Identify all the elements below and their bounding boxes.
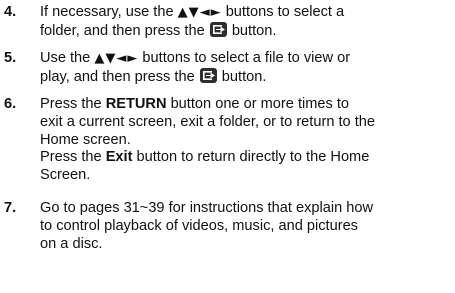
step-line: Use the ▲▼◄► buttons to select a file to… bbox=[40, 50, 450, 68]
step-line: Home screen. bbox=[40, 131, 131, 148]
enter-icon bbox=[199, 67, 217, 83]
text-segment: buttons to select a bbox=[221, 4, 345, 20]
arrow-buttons-icon: ▲▼◄► bbox=[94, 51, 139, 66]
text-segment: Press the bbox=[40, 149, 106, 166]
manual-page: { "steps": [ { "number": "4.", "lines": … bbox=[0, 0, 455, 293]
step-line: Go to pages 31~39 for instructions that … bbox=[40, 200, 374, 216]
step-text: Use the ▲▼◄► buttons to select a file to… bbox=[40, 50, 450, 87]
text-segment: button. bbox=[227, 22, 277, 39]
text-segment: button to return directly to the Home bbox=[132, 149, 370, 166]
step-number: 5. bbox=[4, 50, 17, 66]
step-line: to control playback of videos, music, an… bbox=[40, 217, 358, 234]
step-line: Screen. bbox=[40, 167, 91, 184]
text-segment: If necessary, use the bbox=[40, 4, 178, 20]
step-line: If necessary, use the ▲▼◄► buttons to se… bbox=[40, 4, 450, 22]
step-line: play, and then press the button. bbox=[40, 67, 450, 87]
text-segment: Use the bbox=[40, 50, 95, 66]
return-button-label: RETURN bbox=[105, 96, 167, 112]
step-text: Go to pages 31~39 for instructions that … bbox=[40, 200, 450, 253]
text-segment: buttons to select a file to view or bbox=[138, 50, 351, 66]
step-line: Press the Exit button to return directly… bbox=[40, 149, 450, 167]
step-line: Press the RETURN button one or more time… bbox=[40, 96, 450, 114]
arrow-buttons-icon: ▲▼◄► bbox=[177, 5, 222, 20]
step-text: Press the RETURN button one or more time… bbox=[40, 96, 450, 185]
step-line: exit a current screen, exit a folder, or… bbox=[40, 113, 376, 130]
step-text: If necessary, use the ▲▼◄► buttons to se… bbox=[40, 4, 450, 41]
step-line: folder, and then press the button. bbox=[40, 21, 450, 41]
step-number: 6. bbox=[4, 96, 17, 112]
step-number: 7. bbox=[4, 200, 17, 216]
text-segment: folder, and then press the bbox=[40, 22, 209, 39]
step-number: 4. bbox=[4, 4, 17, 20]
enter-icon bbox=[209, 21, 227, 37]
step-line: on a disc. bbox=[40, 235, 103, 252]
text-segment: Press the bbox=[40, 96, 106, 112]
text-segment: button. bbox=[217, 68, 267, 85]
text-segment: button one or more times to bbox=[166, 96, 350, 112]
text-segment: play, and then press the bbox=[40, 68, 199, 85]
exit-button-label: Exit bbox=[105, 149, 133, 166]
